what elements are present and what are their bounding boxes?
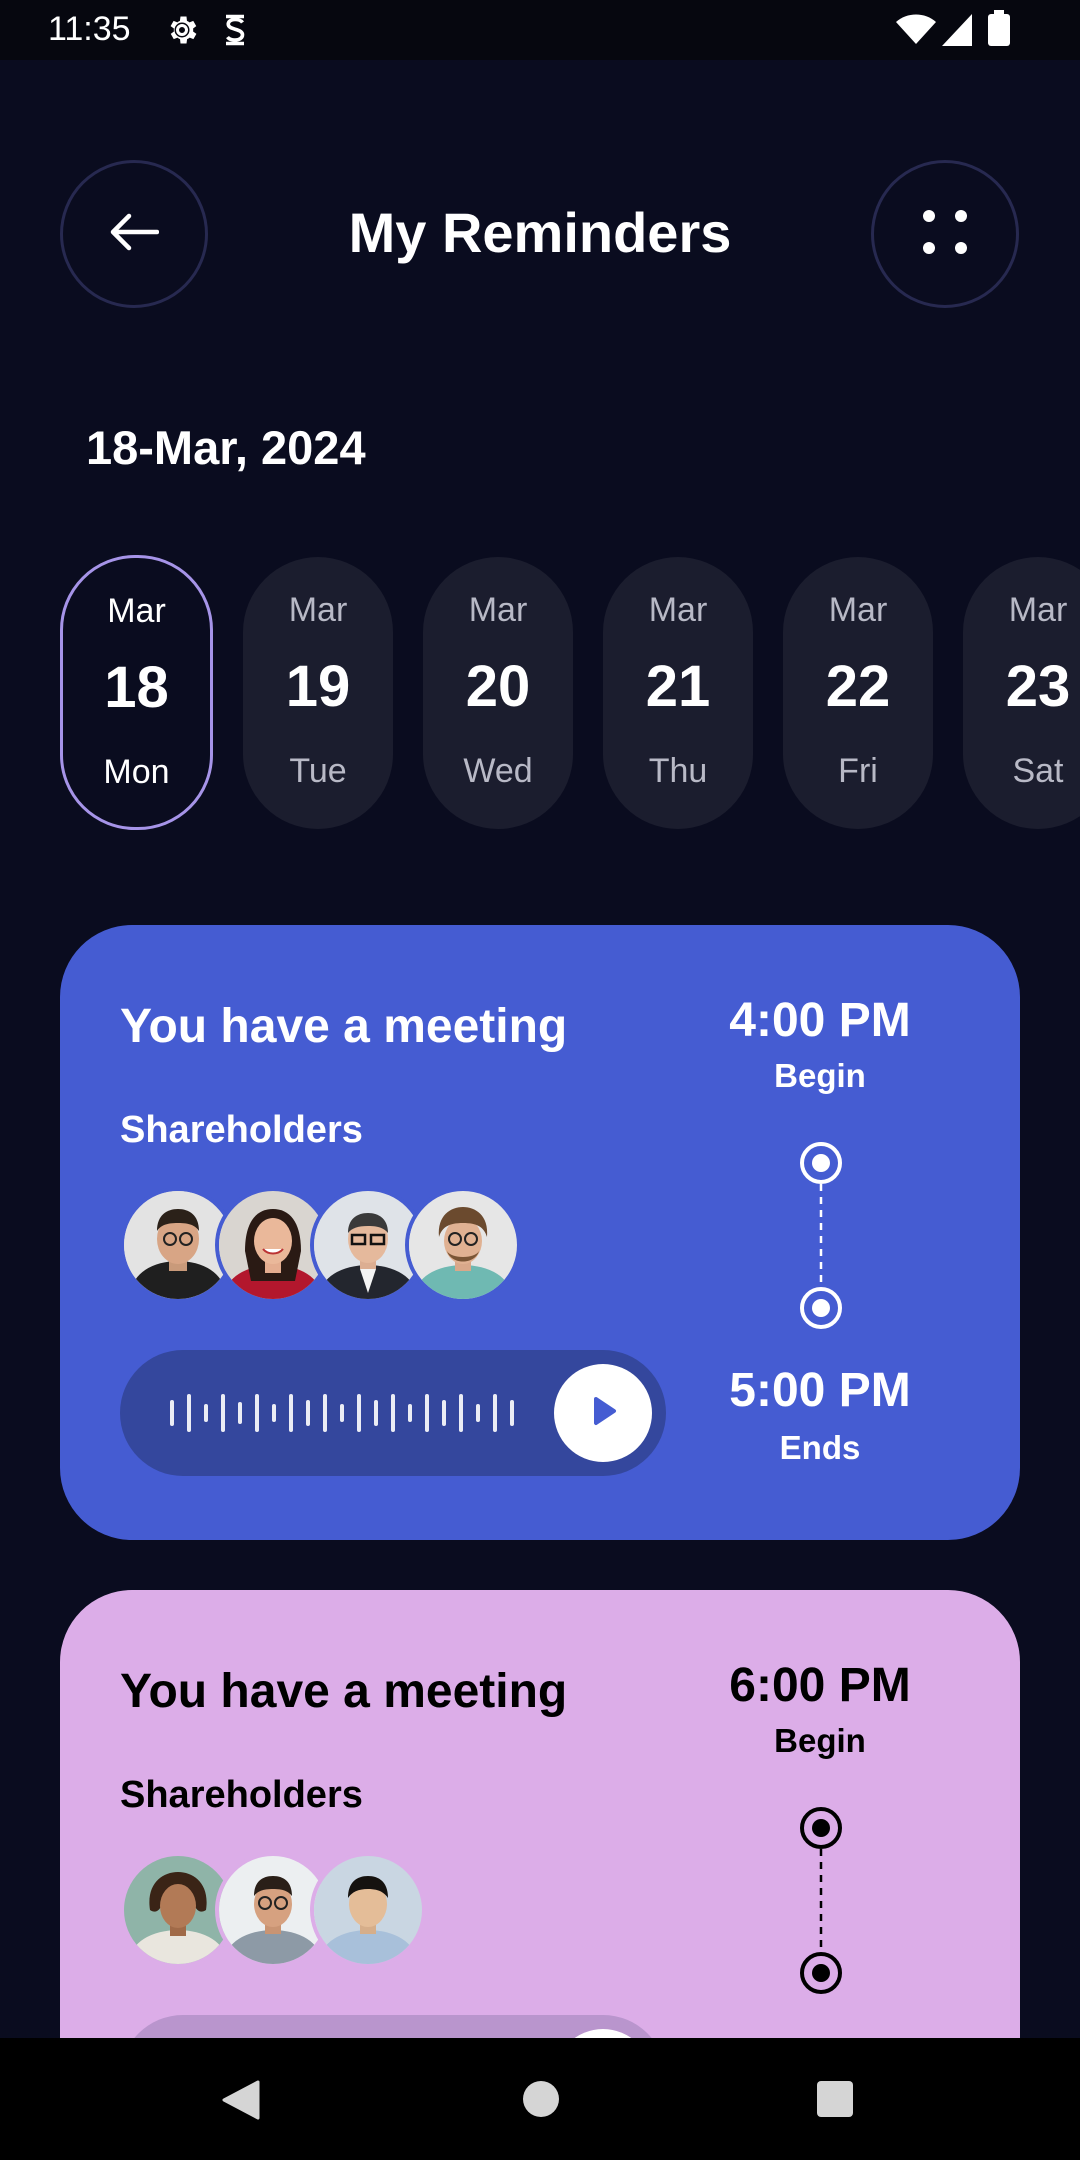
meeting-title: You have a meeting [120, 1665, 568, 1718]
menu-button[interactable] [871, 160, 1019, 308]
day-month: Mar [288, 591, 348, 629]
time-range-line [800, 1142, 842, 1329]
system-nav-bar [0, 2038, 1080, 2160]
s-shield-icon [220, 12, 250, 53]
day-month: Mar [828, 591, 888, 629]
begin-time: 6:00 PM [729, 1659, 911, 1712]
day-weekday: Fri [838, 752, 878, 790]
meeting-subtitle: Shareholders [120, 1109, 363, 1151]
wifi-icon [896, 14, 936, 51]
meeting-subtitle: Shareholders [120, 1774, 363, 1816]
day-month: Mar [107, 592, 166, 630]
avatar[interactable] [405, 1187, 521, 1303]
day-weekday: Sat [1012, 752, 1064, 790]
play-button[interactable] [554, 1364, 652, 1462]
begin-time: 4:00 PM [729, 994, 911, 1047]
battery-icon [988, 10, 1010, 51]
status-bar: 11:35 [0, 0, 1080, 60]
recents-square-icon[interactable] [816, 2080, 854, 2123]
selected-date: 18-Mar, 2024 [86, 421, 366, 474]
home-circle-icon[interactable] [522, 2080, 560, 2123]
day-weekday: Mon [103, 753, 170, 791]
begin-label: Begin [774, 1057, 866, 1094]
avatar[interactable] [310, 1852, 426, 1968]
day-pill-18[interactable]: Mar 18 Mon [60, 555, 213, 830]
day-pill-22[interactable]: Mar 22 Fri [783, 557, 933, 829]
time-range-line [800, 1807, 842, 1994]
waveform [170, 1394, 514, 1432]
gear-icon [164, 12, 200, 53]
day-pill-19[interactable]: Mar 19 Tue [243, 557, 393, 829]
day-number: 21 [645, 654, 711, 719]
signal-icon [942, 14, 972, 51]
voice-note-player [120, 1350, 666, 1476]
day-pill-21[interactable]: Mar 21 Thu [603, 557, 753, 829]
back-triangle-icon[interactable] [222, 2080, 260, 2125]
day-weekday: Wed [463, 752, 533, 790]
day-weekday: Tue [289, 752, 347, 790]
meeting-card[interactable]: You have a meeting Shareholders 6:00 PM … [60, 1590, 1020, 2038]
day-number: 23 [1005, 654, 1071, 719]
meeting-title: You have a meeting [120, 1000, 568, 1053]
day-number: 19 [285, 654, 351, 719]
meeting-card[interactable]: You have a meeting Shareholders 4:00 PM … [60, 925, 1020, 1540]
day-number: 18 [104, 655, 169, 720]
end-label: Ends [779, 1429, 861, 1466]
day-month: Mar [1008, 591, 1068, 629]
begin-label: Begin [774, 1722, 866, 1759]
end-time: 5:00 PM [729, 1364, 911, 1417]
day-number: 22 [825, 654, 891, 719]
four-dots-icon [922, 209, 968, 260]
app-screen: My Reminders 18-Mar, 2024 Mar 18 Mon Mar… [0, 60, 1080, 2038]
status-time: 11:35 [48, 10, 131, 48]
play-icon [586, 1394, 620, 1433]
play-button[interactable] [554, 2029, 652, 2038]
day-number: 20 [465, 654, 531, 719]
day-month: Mar [648, 591, 708, 629]
day-month: Mar [468, 591, 528, 629]
day-weekday: Thu [648, 752, 708, 790]
day-pill-20[interactable]: Mar 20 Wed [423, 557, 573, 829]
day-pill-23[interactable]: Mar 23 Sat [963, 557, 1080, 829]
voice-note-player [120, 2015, 666, 2038]
